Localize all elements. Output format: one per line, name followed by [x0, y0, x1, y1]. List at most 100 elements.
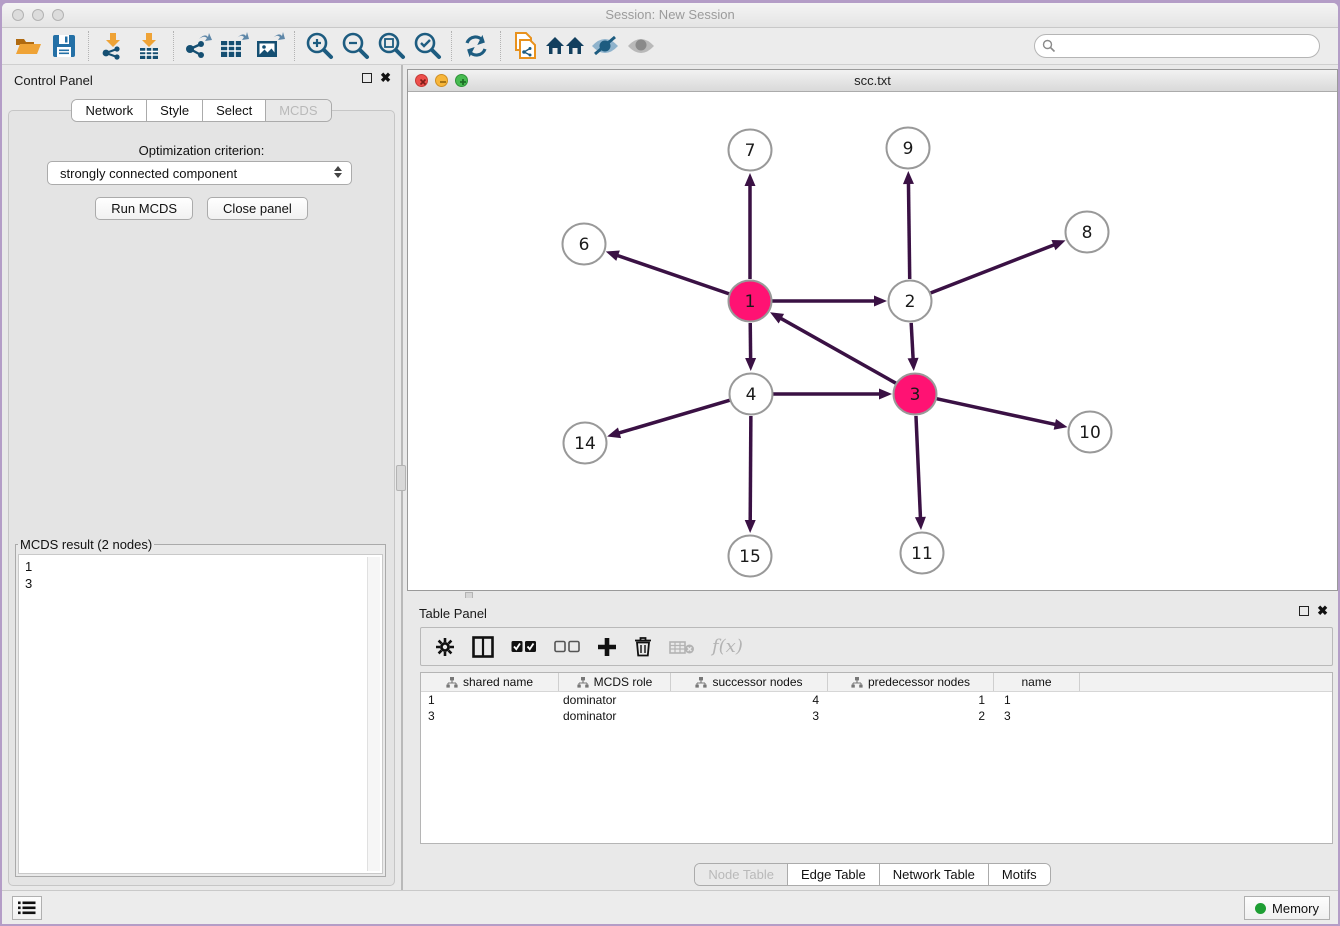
cell-shared-name[interactable]: 3 — [421, 708, 559, 724]
zoom-selected-button[interactable] — [409, 30, 445, 62]
panel-splitter-handle[interactable] — [396, 465, 406, 491]
close-panel-button[interactable]: Close panel — [207, 197, 308, 220]
close-table-panel-icon[interactable]: ✖ — [1317, 606, 1328, 616]
graph-edge-4-14[interactable] — [619, 400, 730, 433]
zoom-fit-icon — [376, 31, 406, 61]
column-header-predecessor-nodes[interactable]: predecessor nodes — [828, 673, 994, 691]
cell-predecessor-nodes[interactable]: 2 — [828, 708, 994, 724]
cell-mcds-role[interactable]: dominator — [559, 708, 671, 724]
graph-edge-2-9[interactable] — [908, 183, 909, 279]
graph-edge-3-11[interactable] — [916, 416, 920, 518]
cell-predecessor-nodes[interactable]: 1 — [828, 692, 994, 708]
cell-name[interactable]: 1 — [994, 692, 1080, 708]
hide-graphics-details-button[interactable] — [587, 30, 623, 62]
column-type-icon — [695, 677, 707, 688]
app-title: Session: New Session — [2, 7, 1338, 22]
delete-columns-button[interactable] — [634, 636, 652, 657]
eye-slash-icon — [590, 35, 620, 57]
result-line: 3 — [25, 575, 376, 592]
graph-node-label: 4 — [746, 385, 757, 405]
tab-network-table[interactable]: Network Table — [880, 864, 989, 885]
documents-share-icon — [512, 31, 538, 61]
select-all-button[interactable] — [511, 640, 537, 654]
zoom-out-button[interactable] — [337, 30, 373, 62]
tab-select[interactable]: Select — [203, 100, 266, 121]
tab-motifs[interactable]: Motifs — [989, 864, 1050, 885]
network-from-selection-button[interactable] — [507, 30, 543, 62]
mcds-result-text[interactable]: 1 3 — [18, 554, 383, 874]
export-network-button[interactable] — [180, 30, 216, 62]
tab-mcds[interactable]: MCDS — [266, 100, 330, 121]
function-builder-button: f(x) — [712, 636, 743, 657]
graph-edge-2-8[interactable] — [930, 245, 1054, 293]
column-header-mcds-role[interactable]: MCDS role — [559, 673, 671, 691]
network-window-titlebar[interactable]: scc.txt — [408, 70, 1337, 92]
graph-edge-4-15[interactable] — [750, 416, 751, 521]
unchecked-boxes-icon — [554, 640, 580, 654]
column-header-name[interactable]: name — [994, 673, 1080, 691]
float-panel-icon[interactable] — [362, 73, 372, 83]
create-column-button[interactable] — [597, 637, 617, 657]
cell-name[interactable]: 3 — [994, 708, 1080, 724]
export-table-button[interactable] — [216, 30, 252, 62]
import-network-button[interactable] — [95, 30, 131, 62]
memory-button[interactable]: Memory — [1244, 896, 1330, 920]
tab-node-table[interactable]: Node Table — [695, 864, 788, 885]
graph-edge-3-1[interactable] — [780, 318, 895, 383]
tab-style[interactable]: Style — [147, 100, 203, 121]
import-table-button[interactable] — [131, 30, 167, 62]
cell-successor-nodes[interactable]: 3 — [671, 708, 828, 724]
graph-node-label: 11 — [911, 544, 933, 564]
control-panel-header: Control Panel ✖ — [2, 65, 401, 95]
columns-icon — [472, 636, 494, 658]
main-toolbar — [2, 28, 1338, 65]
status-bar: Memory — [2, 890, 1338, 924]
network-graph[interactable]: 7968124314101511 — [408, 92, 1337, 590]
table-row[interactable]: 3 dominator 3 2 3 — [421, 708, 1332, 724]
task-history-button[interactable] — [12, 896, 42, 920]
column-header-successor-nodes[interactable]: successor nodes — [671, 673, 828, 691]
app-window: Session: New Session — [2, 3, 1338, 924]
table-options-button[interactable] — [435, 637, 455, 657]
refresh-button[interactable] — [458, 30, 494, 62]
open-session-button[interactable] — [10, 30, 46, 62]
cell-mcds-role[interactable]: dominator — [559, 692, 671, 708]
column-header-shared-name[interactable]: shared name — [421, 673, 559, 691]
toolbar-separator — [294, 31, 295, 61]
export-image-button[interactable] — [252, 30, 288, 62]
optimization-criterion-select[interactable]: strongly connected component — [47, 161, 352, 185]
select-stepper-icon — [334, 166, 342, 178]
show-columns-button[interactable] — [472, 636, 494, 658]
table-toolbar: f(x) — [420, 627, 1333, 666]
zoom-fit-button[interactable] — [373, 30, 409, 62]
search-icon — [1042, 39, 1056, 53]
run-mcds-button[interactable]: Run MCDS — [95, 197, 193, 220]
tab-edge-table[interactable]: Edge Table — [788, 864, 880, 885]
import-table-icon — [136, 32, 162, 60]
cell-successor-nodes[interactable]: 4 — [671, 692, 828, 708]
zoom-in-button[interactable] — [301, 30, 337, 62]
graph-node-label: 1 — [745, 292, 756, 312]
float-table-panel-icon[interactable] — [1299, 606, 1309, 616]
tab-network[interactable]: Network — [72, 100, 147, 121]
export-image-icon — [255, 32, 285, 60]
cell-shared-name[interactable]: 1 — [421, 692, 559, 708]
graph-edge-3-10[interactable] — [936, 399, 1055, 425]
table-row[interactable]: 1 dominator 4 1 1 — [421, 692, 1332, 708]
mcds-result-group: MCDS result (2 nodes) 1 3 — [15, 537, 386, 877]
delete-table-icon — [669, 639, 695, 655]
save-floppy-icon — [52, 34, 76, 58]
column-label: predecessor nodes — [868, 675, 970, 689]
result-scrollbar[interactable] — [367, 557, 380, 871]
graph-edge-2-3[interactable] — [911, 323, 913, 359]
control-panel-title: Control Panel — [14, 73, 93, 88]
search-input[interactable] — [1034, 34, 1320, 58]
graph-edge-1-6[interactable] — [617, 255, 729, 293]
close-panel-icon[interactable]: ✖ — [380, 73, 391, 83]
export-table-icon — [219, 32, 249, 60]
deselect-all-button[interactable] — [554, 640, 580, 654]
save-session-button[interactable] — [46, 30, 82, 62]
graph-edge-arrowhead — [879, 389, 892, 400]
zoom-out-icon — [340, 31, 370, 61]
home-button[interactable] — [543, 30, 587, 62]
